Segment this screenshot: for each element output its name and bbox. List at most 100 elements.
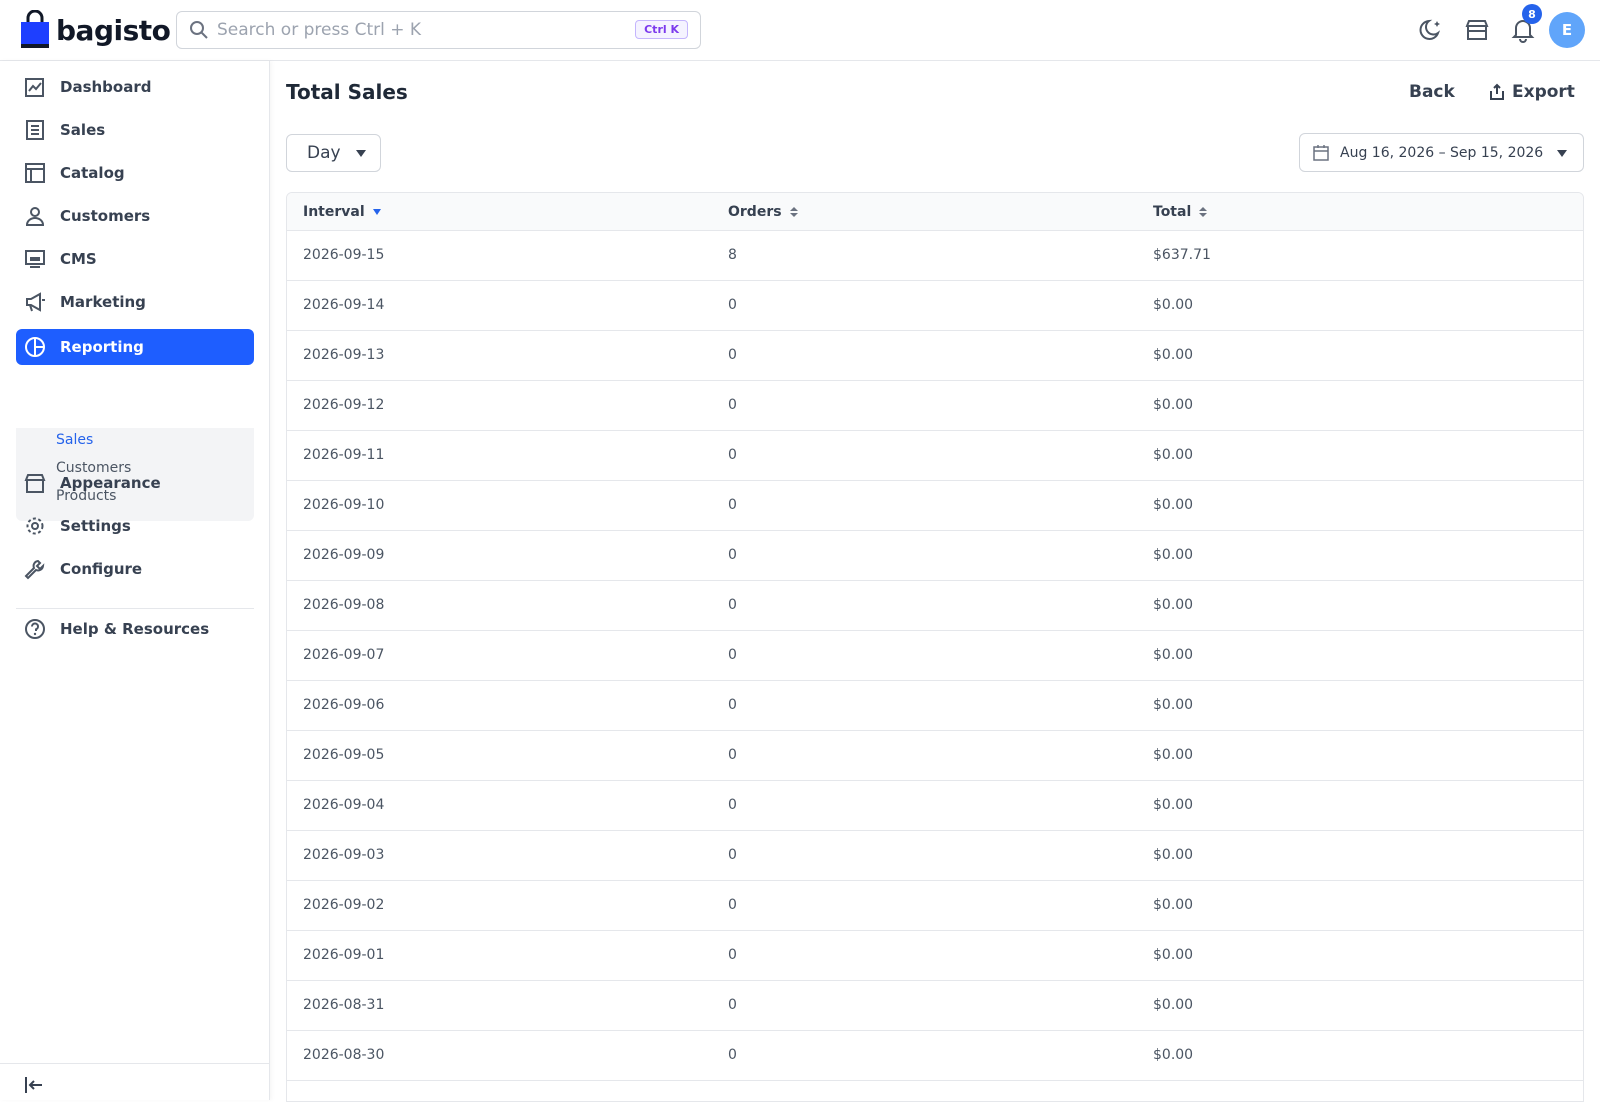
sidebar-item-settings[interactable]: Settings: [16, 508, 254, 544]
sort-icon: [1199, 207, 1208, 217]
cell-interval: 2026-09-04: [303, 797, 385, 813]
table-row: 2026-09-09 0 $0.00: [287, 531, 1583, 581]
dark-mode-icon[interactable]: [1418, 17, 1444, 43]
page-title: Total Sales: [286, 80, 408, 104]
sidebar-item-reporting[interactable]: Reporting: [16, 329, 254, 365]
column-header-orders[interactable]: Orders: [728, 204, 798, 220]
cell-orders: 0: [728, 447, 737, 463]
cell-orders: 0: [728, 947, 737, 963]
sidebar-item-marketing[interactable]: Marketing: [16, 284, 254, 320]
sidebar-item-label: Reporting: [60, 338, 144, 356]
user-avatar[interactable]: E: [1549, 12, 1585, 48]
sidebar-item-dashboard[interactable]: Dashboard: [16, 69, 254, 105]
cell-orders: 0: [728, 347, 737, 363]
cell-interval: 2026-09-09: [303, 547, 385, 563]
table-row: 2026-08-31 0 $0.00: [287, 981, 1583, 1031]
table-row: 2026-09-13 0 $0.00: [287, 331, 1583, 381]
sidebar-item-label: Sales: [60, 121, 106, 139]
cell-interval: 2026-09-11: [303, 447, 385, 463]
cell-total: $0.00: [1153, 447, 1194, 463]
cell-interval: 2026-09-06: [303, 697, 385, 713]
cell-total: $0.00: [1153, 647, 1194, 663]
table-row: 2026-09-08 0 $0.00: [287, 581, 1583, 631]
collapse-sidebar-icon[interactable]: [23, 1074, 45, 1096]
cell-total: $637.71: [1153, 247, 1211, 263]
sidebar-item-label: Settings: [60, 517, 131, 535]
cell-total: $0.00: [1153, 297, 1194, 313]
table-row: 2026-09-06 0 $0.00: [287, 681, 1583, 731]
cell-interval: 2026-09-01: [303, 947, 385, 963]
sidebar-footer-divider: [0, 1063, 270, 1064]
cell-orders: 0: [728, 647, 737, 663]
sidebar-item-help[interactable]: Help & Resources: [16, 611, 254, 647]
table-row: 2026-09-01 0 $0.00: [287, 931, 1583, 981]
cell-total: $0.00: [1153, 947, 1194, 963]
sidebar-item-label: Catalog: [60, 164, 125, 182]
monitor-icon: [25, 250, 45, 268]
cell-total: $0.00: [1153, 797, 1194, 813]
table-header: Interval Orders Total: [287, 193, 1583, 231]
cell-orders: 0: [728, 797, 737, 813]
date-range-picker[interactable]: Aug 16, 2026 – Sep 15, 2026: [1299, 133, 1584, 172]
cell-orders: 0: [728, 297, 737, 313]
interval-select-value: Day: [307, 143, 341, 163]
column-header-interval[interactable]: Interval: [303, 204, 381, 220]
sidebar-item-label: Configure: [60, 560, 143, 578]
shopping-bag-icon: [21, 10, 49, 48]
sidebar-item-label: CMS: [60, 250, 97, 268]
cell-interval: 2026-09-12: [303, 397, 385, 413]
submenu-item-sales[interactable]: Sales: [56, 432, 93, 448]
cell-total: $0.00: [1153, 697, 1194, 713]
cell-total: $0.00: [1153, 847, 1194, 863]
cell-total: $0.00: [1153, 747, 1194, 763]
cell-interval: 2026-09-10: [303, 497, 385, 513]
notification-count-badge: 8: [1522, 4, 1542, 24]
sidebar-item-appearance[interactable]: Appearance: [16, 465, 254, 501]
column-label: Orders: [728, 204, 782, 220]
catalog-icon: [25, 163, 45, 183]
chevron-down-icon: [1557, 150, 1567, 157]
export-label: Export: [1512, 82, 1575, 102]
back-button[interactable]: Back: [1409, 82, 1455, 102]
sidebar-item-configure[interactable]: Configure: [16, 551, 254, 587]
wrench-icon: [24, 559, 45, 580]
cell-interval: 2026-09-07: [303, 647, 385, 663]
cell-orders: 0: [728, 847, 737, 863]
sort-desc-icon: [372, 209, 381, 215]
sidebar-divider: [16, 608, 254, 609]
cell-interval: 2026-09-05: [303, 747, 385, 763]
sidebar-item-label: Dashboard: [60, 78, 152, 96]
cell-total: $0.00: [1153, 347, 1194, 363]
brand-logo[interactable]: bagisto: [20, 10, 171, 50]
export-button[interactable]: Export: [1488, 82, 1575, 102]
cell-interval: 2026-09-15: [303, 247, 385, 263]
chevron-down-icon: [356, 150, 366, 157]
pie-chart-icon: [25, 337, 45, 357]
table-row: 2026-09-15 8 $637.71: [287, 231, 1583, 281]
column-header-total[interactable]: Total: [1153, 204, 1208, 220]
table-row: 2026-09-12 0 $0.00: [287, 381, 1583, 431]
calendar-icon: [1313, 144, 1329, 161]
sidebar-item-label: Help & Resources: [60, 620, 210, 638]
table-body: 2026-09-15 8 $637.71 2026-09-14 0 $0.00 2026-0…: [287, 231, 1583, 1081]
cell-interval: 2026-09-03: [303, 847, 385, 863]
sidebar-item-customers[interactable]: Customers: [16, 198, 254, 234]
interval-select[interactable]: Day: [286, 134, 381, 172]
sidebar-item-sales[interactable]: Sales: [16, 112, 254, 148]
storefront-icon[interactable]: [1464, 17, 1490, 43]
cell-total: $0.00: [1153, 597, 1194, 613]
cell-interval: 2026-09-14: [303, 297, 385, 313]
column-label: Total: [1153, 204, 1192, 220]
sidebar-item-catalog[interactable]: Catalog: [16, 155, 254, 191]
sidebar-item-cms[interactable]: CMS: [16, 241, 254, 277]
search-input[interactable]: Search or press Ctrl + K Ctrl K: [176, 11, 701, 49]
cell-orders: 0: [728, 697, 737, 713]
cell-orders: 0: [728, 547, 737, 563]
cell-orders: 0: [728, 497, 737, 513]
cell-total: $0.00: [1153, 897, 1194, 913]
top-header: bagisto Search or press Ctrl + K Ctrl K …: [0, 0, 1600, 61]
help-circle-icon: [25, 619, 45, 639]
table-row: 2026-09-07 0 $0.00: [287, 631, 1583, 681]
cell-interval: 2026-08-31: [303, 997, 385, 1013]
cell-orders: 0: [728, 747, 737, 763]
